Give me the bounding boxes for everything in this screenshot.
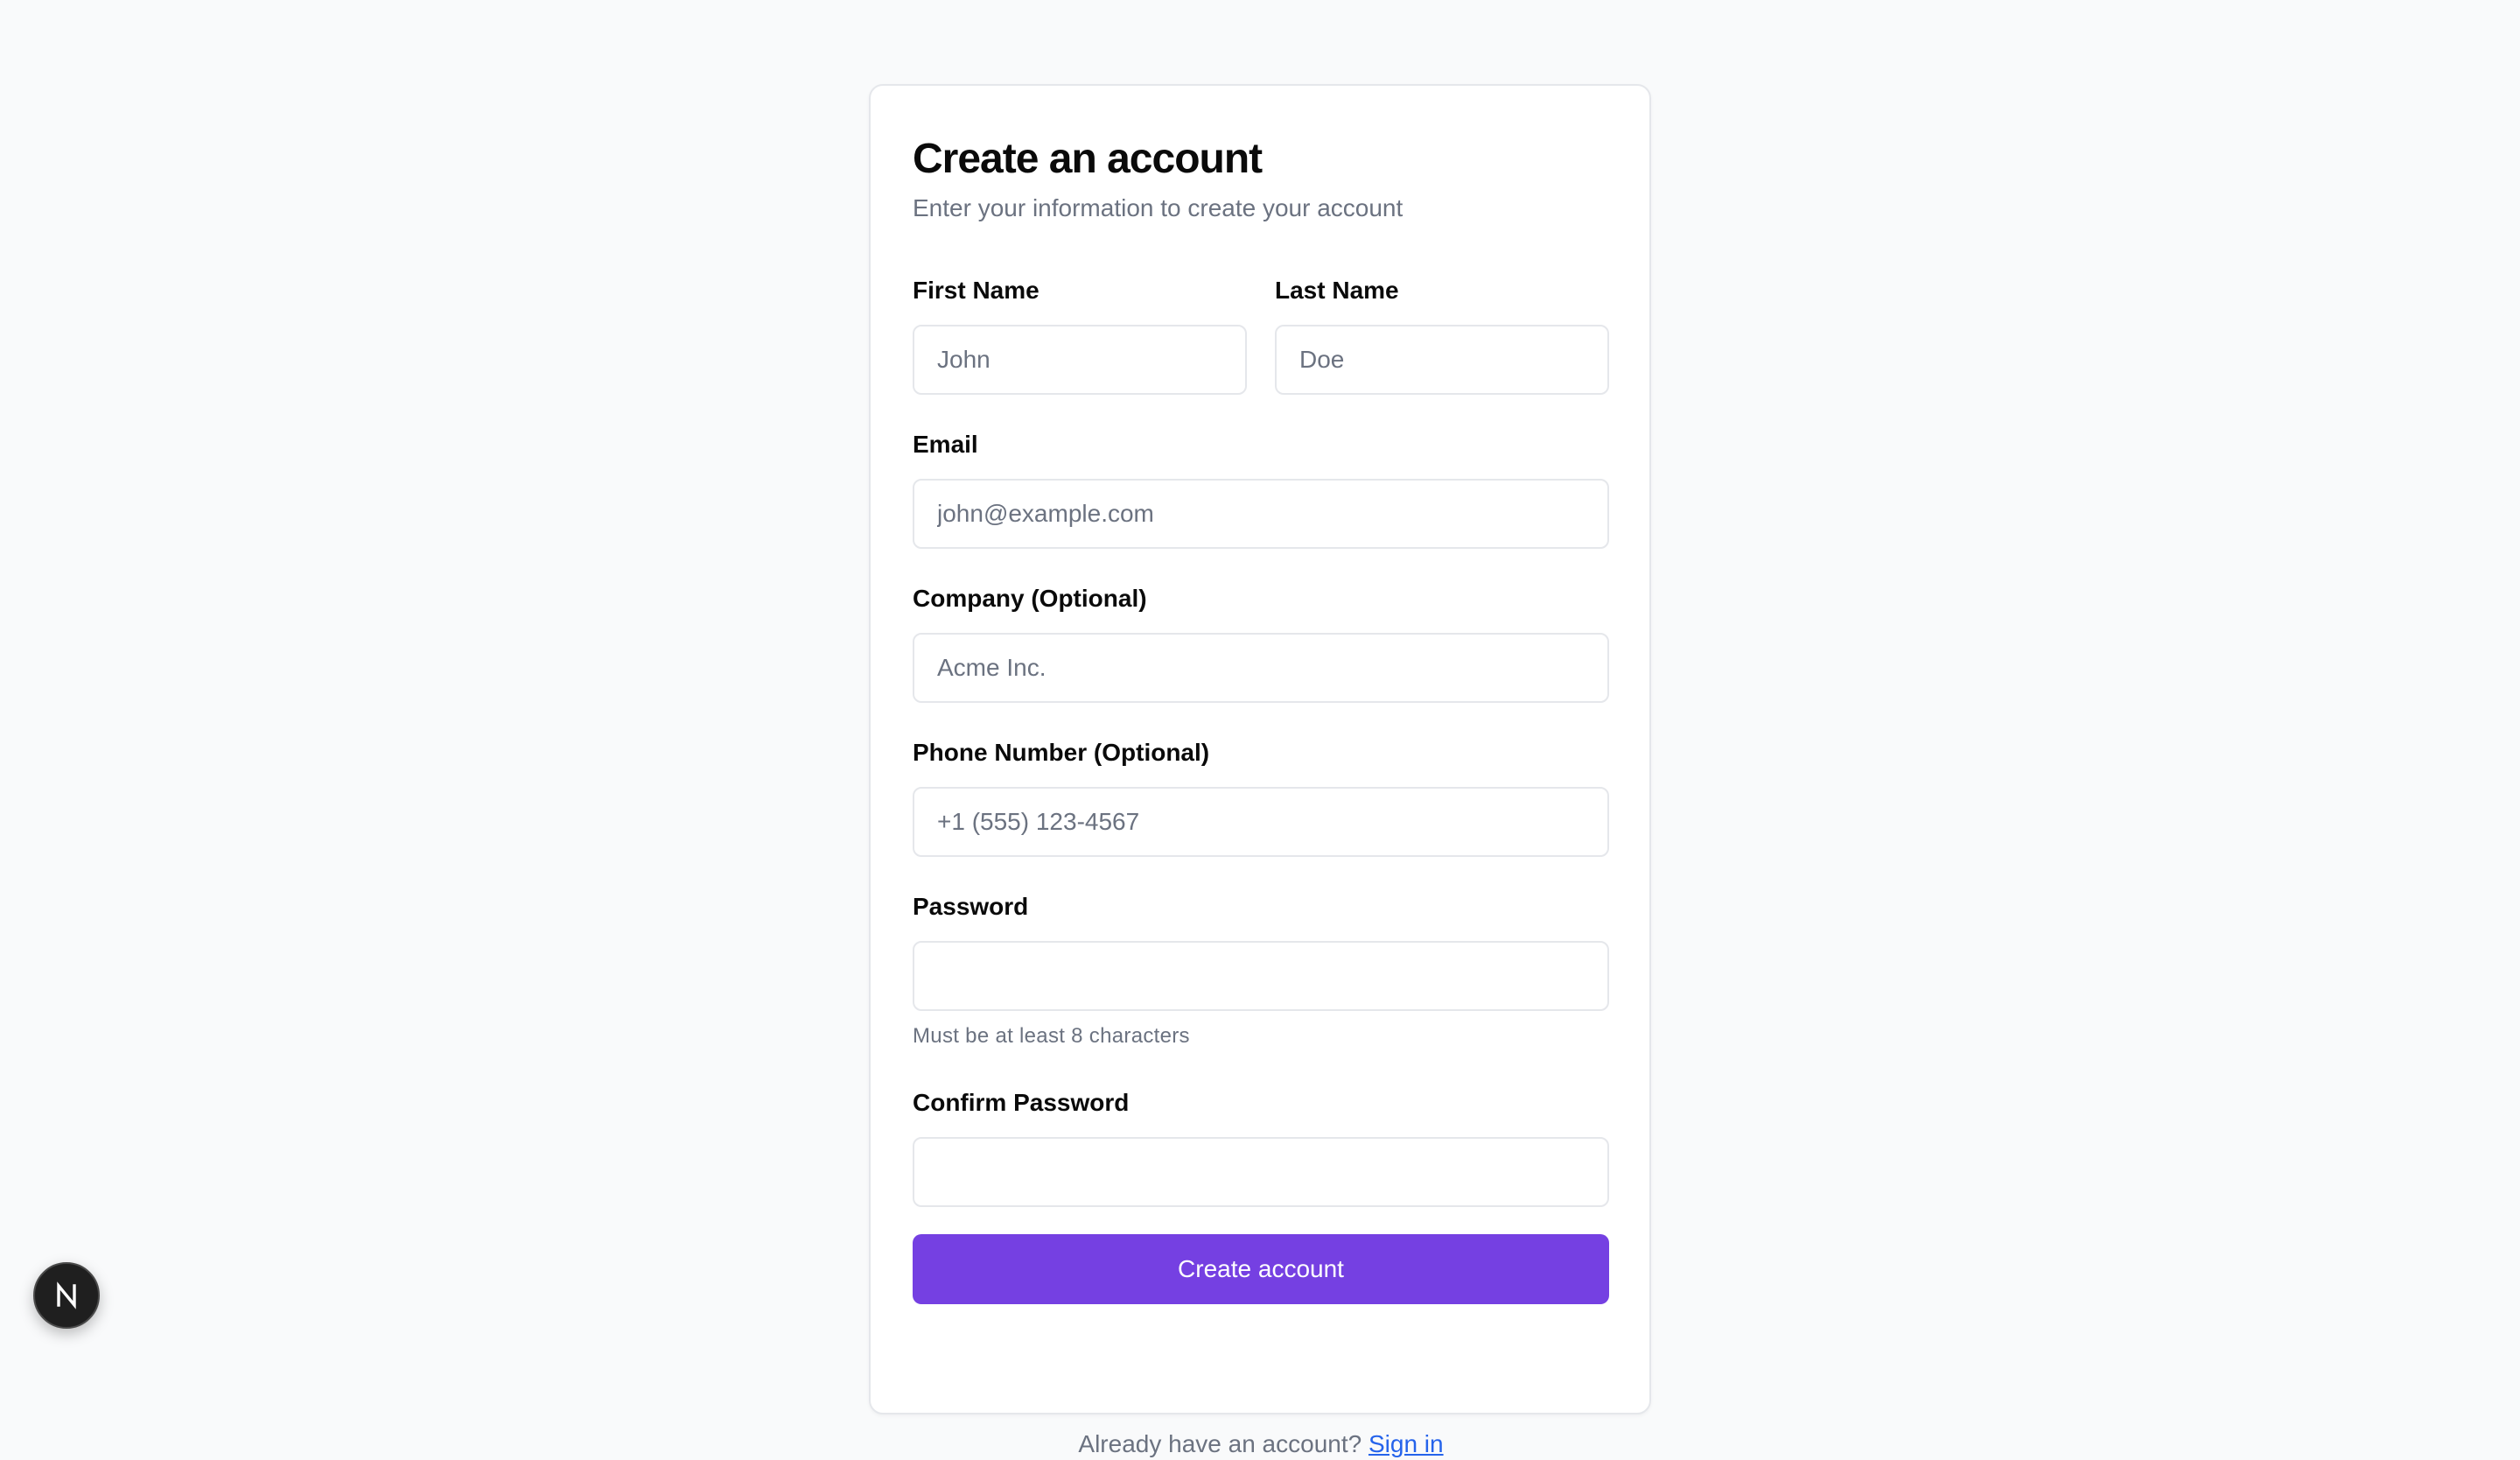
create-account-button[interactable]: Create account	[913, 1234, 1609, 1304]
page-subtitle: Enter your information to create your ac…	[913, 194, 1404, 221]
last-name-input[interactable]	[1275, 325, 1609, 395]
page-title: Create an account	[913, 136, 1263, 182]
password-hint: Must be at least 8 characters	[913, 1024, 1190, 1048]
password-label: Password	[913, 893, 1029, 920]
signin-prompt: Already have an account? Sign in	[913, 1428, 1609, 1460]
phone-label: Phone Number (Optional)	[913, 739, 1210, 766]
first-name-input[interactable]	[913, 325, 1247, 395]
signin-prompt-text: Already have an account?	[1078, 1430, 1362, 1457]
nextjs-logo-icon	[57, 1281, 76, 1309]
sign-in-link[interactable]: Sign in	[1368, 1430, 1444, 1457]
company-label: Company (Optional)	[913, 585, 1147, 612]
password-input[interactable]	[913, 941, 1609, 1011]
email-label: Email	[913, 431, 978, 458]
last-name-label: Last Name	[1275, 277, 1399, 304]
nextjs-dev-badge[interactable]	[33, 1262, 100, 1329]
email-input[interactable]	[913, 479, 1609, 549]
signup-card: Create an account Enter your information…	[869, 84, 1651, 1457]
confirm-password-input[interactable]	[913, 1137, 1609, 1207]
company-input[interactable]	[913, 633, 1609, 703]
phone-input[interactable]	[913, 787, 1609, 857]
confirm-password-label: Confirm Password	[913, 1089, 1130, 1116]
first-name-label: First Name	[913, 277, 1040, 304]
